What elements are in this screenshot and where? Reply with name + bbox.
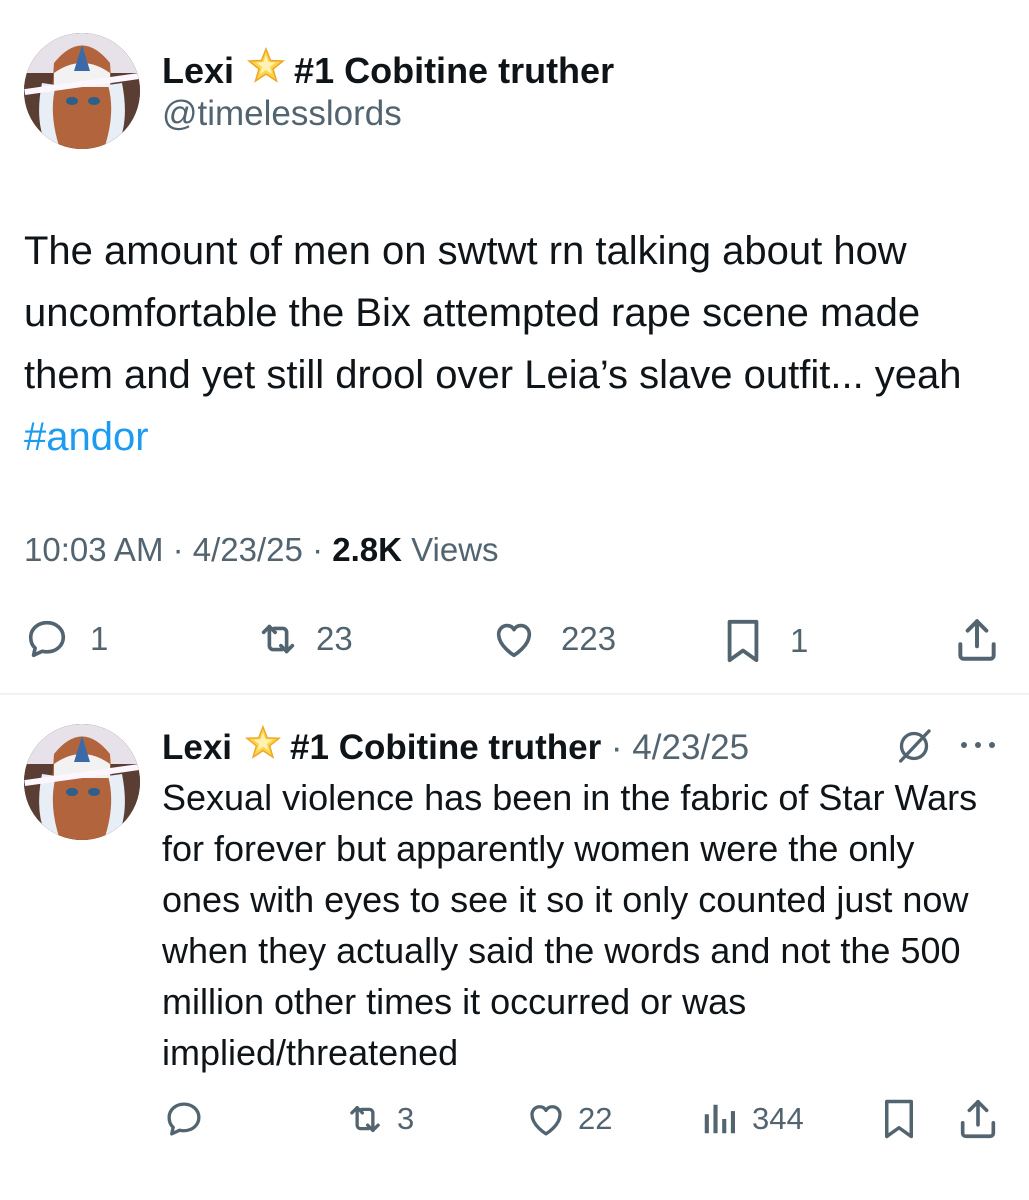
author-handle[interactable]: @timelesslords bbox=[162, 94, 402, 134]
repost-count: 3 bbox=[397, 1101, 415, 1136]
tweet-text: The amount of men on swtwt rn talking ab… bbox=[24, 220, 999, 468]
views-label: Views bbox=[411, 531, 499, 568]
like-button[interactable]: 22 bbox=[524, 1098, 612, 1140]
bookmark-button[interactable]: 1 bbox=[720, 616, 808, 666]
tweet-time[interactable]: 10:03 AM bbox=[24, 531, 163, 568]
star-icon bbox=[246, 46, 286, 95]
tweet-text-body: The amount of men on swtwt rn talking ab… bbox=[24, 229, 962, 397]
separator-dot: · bbox=[172, 531, 193, 568]
speech-bubble-icon bbox=[162, 1098, 206, 1140]
bookmark-button[interactable] bbox=[878, 1096, 920, 1142]
star-icon bbox=[244, 724, 282, 771]
like-button[interactable]: 223 bbox=[489, 616, 616, 662]
reply-count: 1 bbox=[90, 620, 109, 657]
grok-icon[interactable] bbox=[892, 726, 936, 771]
more-dots-icon[interactable] bbox=[957, 738, 999, 757]
like-count: 223 bbox=[561, 620, 617, 657]
hashtag-link[interactable]: #andor bbox=[24, 415, 149, 459]
share-icon bbox=[952, 614, 1002, 666]
views-count: 344 bbox=[752, 1101, 804, 1136]
divider bbox=[0, 693, 1029, 695]
share-button[interactable] bbox=[952, 614, 1002, 666]
reply-date[interactable]: 4/23/25 bbox=[632, 728, 749, 768]
reply-author-name[interactable]: Lexi bbox=[162, 728, 232, 768]
reply-author-badge-text: #1 Cobitine truther bbox=[290, 727, 602, 767]
avatar[interactable] bbox=[24, 33, 140, 149]
views-count: 2.8K bbox=[332, 531, 402, 568]
tweet-meta: 10:03 AM · 4/23/25 · 2.8K Views bbox=[24, 531, 499, 569]
reply-button[interactable]: 1 bbox=[24, 616, 108, 662]
share-icon bbox=[955, 1096, 1001, 1142]
tweet-date[interactable]: 4/23/25 bbox=[193, 531, 303, 568]
views-button[interactable]: 344 bbox=[700, 1098, 804, 1140]
speech-bubble-icon bbox=[24, 616, 70, 662]
reply-avatar[interactable] bbox=[24, 724, 140, 840]
separator-dot: · bbox=[601, 727, 633, 767]
bookmark-icon bbox=[878, 1096, 920, 1142]
repost-button[interactable]: 3 bbox=[343, 1098, 414, 1140]
author-name[interactable]: Lexi bbox=[162, 50, 234, 92]
author-badge-text: #1 Cobitine truther bbox=[294, 49, 615, 91]
separator-dot: · bbox=[312, 531, 333, 568]
like-count: 22 bbox=[578, 1101, 613, 1136]
bar-chart-icon bbox=[700, 1098, 738, 1140]
repost-arrows-icon bbox=[254, 616, 302, 662]
repost-count: 23 bbox=[316, 620, 353, 657]
repost-arrows-icon bbox=[343, 1098, 387, 1140]
reply-button[interactable] bbox=[162, 1098, 206, 1140]
bookmark-count: 1 bbox=[790, 622, 809, 659]
repost-button[interactable]: 23 bbox=[254, 616, 353, 662]
bookmark-icon bbox=[720, 616, 766, 666]
share-button[interactable] bbox=[955, 1096, 1001, 1142]
heart-icon bbox=[524, 1098, 568, 1140]
reply-text: Sexual violence has been in the fabric o… bbox=[162, 777, 978, 1073]
heart-icon bbox=[489, 616, 539, 662]
